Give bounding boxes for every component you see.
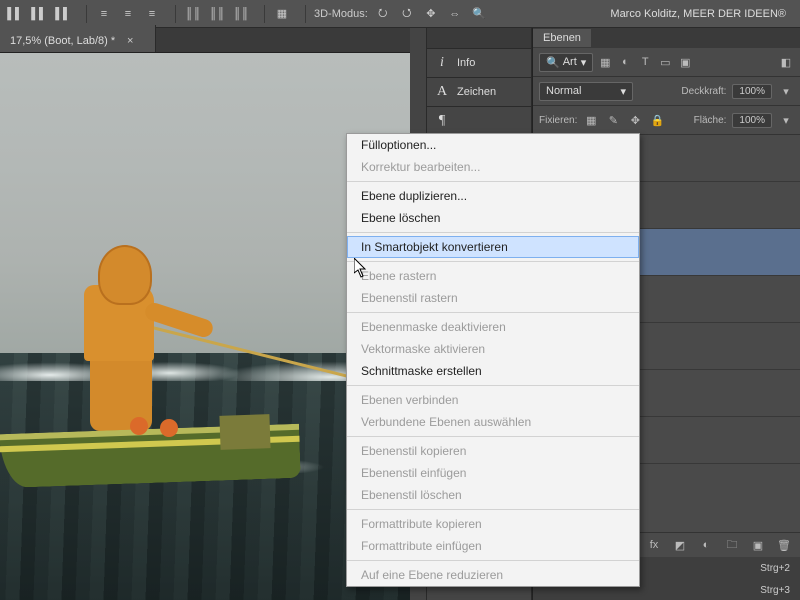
character-icon: A: [433, 84, 451, 100]
context-menu-item[interactable]: Fülloptionen...: [347, 134, 639, 156]
align-center-icon[interactable]: ▌▌: [30, 5, 48, 23]
filter-type-icon[interactable]: T: [637, 54, 653, 70]
lock-label: Fixieren:: [539, 115, 577, 126]
context-menu-item[interactable]: In Smartobjekt konvertieren: [347, 236, 639, 258]
slide-3d-icon[interactable]: ⇔: [446, 5, 464, 23]
context-menu-item: Verbundene Ebenen auswählen: [347, 411, 639, 433]
layer-filter-row: 🔍Art▾ ▦ ◐ T ▭ ▣ ◧: [533, 48, 800, 77]
context-menu-item: Vektormaske aktivieren: [347, 338, 639, 360]
filter-smart-icon[interactable]: ▣: [677, 54, 693, 70]
distribute-right-icon[interactable]: ║║: [232, 5, 250, 23]
lock-pixels-icon[interactable]: ▦: [583, 112, 599, 128]
document-tab[interactable]: 17,5% (Boot, Lab/8) * ×: [0, 25, 156, 52]
filter-kind-select[interactable]: 🔍Art▾: [539, 53, 593, 72]
context-menu-item: Ebenen verbinden: [347, 389, 639, 411]
opacity-label: Deckkraft:: [681, 86, 726, 97]
user-name: Marco Kolditz, MEER DER IDEEN®: [610, 8, 786, 20]
filter-toggle-icon[interactable]: ◧: [778, 54, 794, 70]
mask-icon[interactable]: ◩: [672, 537, 688, 553]
lock-brush-icon[interactable]: ✎: [605, 112, 621, 128]
distribute-v-icon[interactable]: ≡: [119, 5, 137, 23]
info-icon: i: [433, 55, 451, 71]
context-menu-item: Ebenenstil löschen: [347, 484, 639, 506]
context-menu-item: Formattribute kopieren: [347, 513, 639, 535]
chevron-down-icon[interactable]: ▾: [778, 112, 794, 128]
new-layer-icon[interactable]: ▣: [750, 537, 766, 553]
context-menu-item: Formattribute einfügen: [347, 535, 639, 557]
distribute-h-icon[interactable]: ║║: [208, 5, 226, 23]
align-left-icon[interactable]: ▌▌: [6, 5, 24, 23]
context-menu-item[interactable]: Ebene duplizieren...: [347, 185, 639, 207]
lock-all-icon[interactable]: 🔒: [649, 112, 665, 128]
distribute-bottom-icon[interactable]: ≡: [143, 5, 161, 23]
opacity-value[interactable]: 100%: [732, 84, 772, 99]
layers-tab[interactable]: Ebenen: [533, 29, 591, 47]
document-tab-title: 17,5% (Boot, Lab/8) *: [10, 35, 115, 47]
fill-value[interactable]: 100%: [732, 113, 772, 128]
filter-pixel-icon[interactable]: ▦: [597, 54, 613, 70]
fx-icon[interactable]: fx: [646, 537, 662, 553]
close-tab-icon[interactable]: ×: [121, 32, 139, 50]
filter-adjust-icon[interactable]: ◐: [617, 54, 633, 70]
context-menu-item: Auf eine Ebene reduzieren: [347, 564, 639, 586]
orbit-3d-icon[interactable]: ⭮: [374, 5, 392, 23]
align-right-icon[interactable]: ▌▌: [54, 5, 72, 23]
paragraph-icon: ¶: [433, 113, 451, 129]
chevron-down-icon[interactable]: ▾: [778, 83, 794, 99]
context-menu-item: Ebenenstil rastern: [347, 287, 639, 309]
character-panel-toggle[interactable]: A Zeichen: [427, 78, 531, 107]
distribute-left-icon[interactable]: ║║: [184, 5, 202, 23]
filter-shape-icon[interactable]: ▭: [657, 54, 673, 70]
info-label: Info: [457, 57, 475, 69]
lock-move-icon[interactable]: ✥: [627, 112, 643, 128]
context-menu-item: Ebenenstil einfügen: [347, 462, 639, 484]
context-menu-item: Ebene rastern: [347, 265, 639, 287]
info-panel-toggle[interactable]: i Info: [427, 49, 531, 78]
context-menu-item: Ebenenmaske deaktivieren: [347, 316, 639, 338]
mouse-cursor-icon: [354, 258, 368, 278]
document-tab-bar: 17,5% (Boot, Lab/8) * ×: [0, 28, 410, 53]
distribute-top-icon[interactable]: ≡: [95, 5, 113, 23]
pan-3d-icon[interactable]: ✥: [422, 5, 440, 23]
context-menu-item: Korrektur bearbeiten...: [347, 156, 639, 178]
auto-align-icon[interactable]: ▦: [273, 5, 291, 23]
layer-context-menu: Fülloptionen...Korrektur bearbeiten... Eb…: [346, 133, 640, 587]
context-menu-item: Ebenenstil kopieren: [347, 440, 639, 462]
adjustment-icon[interactable]: ◐: [698, 537, 714, 553]
trash-icon[interactable]: 🗑: [776, 537, 792, 553]
blend-mode-select[interactable]: Normal▾: [539, 82, 633, 101]
character-label: Zeichen: [457, 86, 496, 98]
context-menu-item[interactable]: Ebene löschen: [347, 207, 639, 229]
context-menu-item[interactable]: Schnittmaske erstellen: [347, 360, 639, 382]
options-bar: ▌▌ ▌▌ ▌▌ ≡ ≡ ≡ ║║ ║║ ║║ ▦ 3D-Modus: ⭮ ⭯ …: [0, 0, 800, 28]
mode3d-label: 3D-Modus:: [314, 8, 368, 20]
fill-label: Fläche:: [694, 115, 727, 126]
roll-3d-icon[interactable]: ⭯: [398, 5, 416, 23]
group-icon[interactable]: 🗀: [724, 537, 740, 553]
zoom-3d-icon[interactable]: 🔍: [470, 5, 488, 23]
paragraph-panel-toggle[interactable]: ¶: [427, 107, 531, 136]
